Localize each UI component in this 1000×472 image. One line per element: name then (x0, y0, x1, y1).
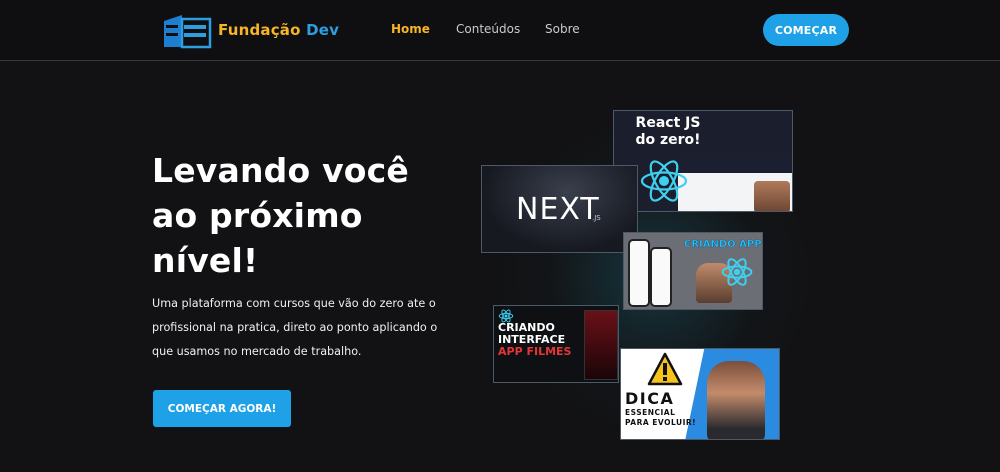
hero-title-line-1: Levando você (152, 151, 409, 190)
react-thumb-title-line-1: React JS (635, 115, 701, 131)
logo-text-fundacao: Fundação (218, 21, 301, 39)
filmes-thumb-title: CRIANDO INTERFACE APP FILMES (498, 322, 571, 358)
react-course-thumbnail[interactable]: React JS do zero! (613, 110, 793, 212)
dica-sub-line-1: ESSENCIAL (625, 408, 676, 417)
logo[interactable]: Fundação Dev (162, 11, 339, 49)
criando-app-thumbnail[interactable]: CRIANDO APP (623, 232, 763, 310)
nextjs-course-thumbnail[interactable]: NEXT .JS (481, 165, 638, 253)
dica-thumb-subtitle: ESSENCIAL PARA EVOLUIR! (625, 408, 696, 428)
nav-conteudos[interactable]: Conteúdos (456, 22, 520, 36)
nav-home[interactable]: Home (391, 22, 430, 36)
hero-title: Levando você ao próximo nível! (152, 148, 452, 283)
phone-mockup (650, 247, 672, 307)
dica-thumb-title: DICA (625, 389, 675, 408)
dica-sub-line-2: PARA EVOLUIR! (625, 418, 697, 427)
comecar-agora-button[interactable]: COMEÇAR AGORA! (153, 390, 291, 427)
filmes-line-3: APP FILMES (498, 345, 572, 358)
logo-icon (164, 15, 212, 49)
hero-title-line-2: ao próximo (152, 196, 363, 235)
react-thumb-title: React JS do zero! (622, 115, 714, 149)
react-icon (721, 258, 753, 286)
nav-sobre[interactable]: Sobre (545, 22, 580, 36)
presenter-photo (754, 181, 790, 211)
comecar-button[interactable]: COMEÇAR (763, 14, 849, 46)
logo-text-dev: Dev (306, 21, 340, 39)
logo-text: Fundação Dev (218, 21, 339, 39)
hero-title-line-3: nível! (152, 241, 259, 280)
warning-icon (647, 352, 683, 386)
next-logo-suffix: .JS (592, 214, 601, 222)
dica-thumbnail[interactable]: DICA ESSENCIAL PARA EVOLUIR! (620, 348, 780, 440)
phone-mockup (628, 239, 650, 307)
site-header: Fundação Dev Home Conteúdos Sobre COMEÇA… (0, 0, 1000, 61)
react-icon (640, 160, 688, 202)
app-thumb-title: CRIANDO APP (684, 239, 762, 250)
react-thumb-title-line-2: do zero! (635, 132, 701, 148)
hero-description: Uma plataforma com cursos que vão do zer… (152, 297, 438, 358)
next-logo-text: NEXT (516, 192, 600, 227)
app-filmes-thumbnail[interactable]: CRIANDO INTERFACE APP FILMES (493, 305, 619, 383)
phone-mockup (584, 310, 618, 380)
presenter-photo (707, 361, 765, 439)
